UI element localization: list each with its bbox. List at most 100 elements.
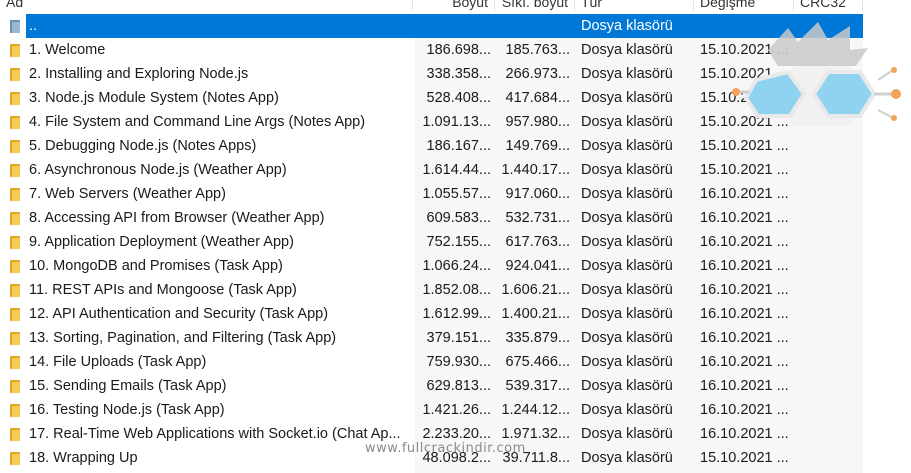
row-name: 3. Node.js Module System (Notes App) (29, 90, 279, 106)
row-modified: 16.10.2021 ... (700, 258, 789, 274)
row-modified: 15.10.2021 ... (700, 138, 789, 154)
row-size: 1.055.57... (422, 186, 491, 202)
folder-icon (10, 259, 20, 273)
file-list: Ad Boyut Sıkı. boyut Tür Değişme CRC32 .… (0, 0, 911, 473)
row-name: 9. Application Deployment (Weather App) (29, 234, 294, 250)
row-size: 1.612.99... (422, 306, 491, 322)
row-type: Dosya klasörü (581, 426, 673, 442)
row-name: 8. Accessing API from Browser (Weather A… (29, 210, 325, 226)
row-type: Dosya klasörü (581, 354, 673, 370)
folder-icon (10, 139, 20, 153)
folder-row[interactable]: 10. MongoDB and Promises (Task App) 1.066… (0, 254, 911, 278)
row-type: Dosya klasörü (581, 18, 673, 34)
row-type: Dosya klasörü (581, 330, 673, 346)
folder-row[interactable]: 6. Asynchronous Node.js (Weather App) 1.6… (0, 158, 911, 182)
row-modified: 16.10.2021 ... (700, 354, 789, 370)
folder-icon (10, 211, 20, 225)
row-size: 379.151... (426, 330, 492, 346)
row-name: 14. File Uploads (Task App) (29, 354, 207, 370)
row-size: 1.421.26... (422, 402, 491, 418)
row-packed-size: 1.400.21... (501, 306, 570, 322)
row-modified: 15.10.2021 ... (700, 450, 789, 466)
folder-icon (10, 91, 20, 105)
row-type: Dosya klasörü (581, 450, 673, 466)
folder-row[interactable]: 12. API Authentication and Security (Tas… (0, 302, 911, 326)
column-header-crc[interactable]: CRC32 (794, 0, 863, 11)
row-modified: 16.10.2021 ... (700, 186, 789, 202)
column-header-size[interactable]: Boyut (413, 0, 495, 11)
folder-icon (10, 355, 20, 369)
row-type: Dosya klasörü (581, 258, 673, 274)
row-name: 6. Asynchronous Node.js (Weather App) (29, 162, 287, 178)
folder-row[interactable]: 11. REST APIs and Mongoose (Task App) 1.8… (0, 278, 911, 302)
row-name: 1. Welcome (29, 42, 106, 58)
row-name: 7. Web Servers (Weather App) (29, 186, 226, 202)
row-modified: 16.10.2021 ... (700, 330, 789, 346)
row-size: 752.155... (426, 234, 492, 250)
row-size: 1.614.44... (422, 162, 491, 178)
folder-icon (10, 115, 20, 129)
folder-row[interactable]: 13. Sorting, Pagination, and Filtering (… (0, 326, 911, 350)
row-packed-size: 957.980... (505, 114, 571, 130)
row-type: Dosya klasörü (581, 378, 673, 394)
row-packed-size: 1.244.12... (501, 402, 570, 418)
row-name: .. (29, 18, 38, 34)
folder-row[interactable]: 5. Debugging Node.js (Notes Apps) 186.167… (0, 134, 911, 158)
folder-row[interactable]: 9. Application Deployment (Weather App) 7… (0, 230, 911, 254)
row-size: 528.408... (426, 90, 492, 106)
row-name: 5. Debugging Node.js (Notes Apps) (29, 138, 257, 154)
row-name: 11. REST APIs and Mongoose (Task App) (29, 282, 297, 298)
row-size: 1.852.08... (422, 282, 491, 298)
row-type: Dosya klasörü (581, 138, 673, 154)
row-modified: 15.10.2021 ... (700, 162, 789, 178)
row-packed-size: 1.440.17... (501, 162, 570, 178)
row-packed-size: 1.606.21... (501, 282, 570, 298)
column-header-bar: Ad Boyut Sıkı. boyut Tür Değişme CRC32 (0, 0, 911, 11)
row-packed-size: 924.041... (505, 258, 571, 274)
folder-icon (10, 43, 20, 57)
row-packed-size: 266.973... (505, 66, 571, 82)
folder-row[interactable]: 8. Accessing API from Browser (Weather A… (0, 206, 911, 230)
row-size: 629.813... (426, 378, 492, 394)
folder-icon (10, 307, 20, 321)
row-type: Dosya klasörü (581, 162, 673, 178)
folder-icon (10, 163, 20, 177)
row-name: 15. Sending Emails (Task App) (29, 378, 227, 394)
row-packed-size: 532.731... (505, 210, 571, 226)
row-modified: 16.10.2021 ... (700, 210, 789, 226)
folder-icon (10, 187, 20, 201)
row-modified: 16.10.2021 ... (700, 378, 789, 394)
folder-row[interactable]: 16. Testing Node.js (Task App) 1.421.26..… (0, 398, 911, 422)
folder-icon (10, 379, 20, 393)
folder-icon (10, 67, 20, 81)
row-packed-size: 675.466... (505, 354, 571, 370)
row-packed-size: 185.763... (505, 42, 571, 58)
row-type: Dosya klasörü (581, 282, 673, 298)
row-size: 1.091.13... (422, 114, 491, 130)
row-name: 4. File System and Command Line Args (No… (29, 114, 366, 130)
row-packed-size: 917.060... (505, 186, 571, 202)
row-modified: 16.10.2021 ... (700, 402, 789, 418)
row-size: 186.698... (426, 42, 492, 58)
folder-row[interactable]: 15. Sending Emails (Task App) 629.813... 5… (0, 374, 911, 398)
row-size: 1.066.24... (422, 258, 491, 274)
mascot-logo (732, 22, 901, 126)
column-header-packed-size[interactable]: Sıkı. boyut (495, 0, 575, 11)
row-modified: 16.10.2021 ... (700, 282, 789, 298)
row-type: Dosya klasörü (581, 66, 673, 82)
row-type: Dosya klasörü (581, 42, 673, 58)
row-type: Dosya klasörü (581, 90, 673, 106)
folder-row[interactable]: 14. File Uploads (Task App) 759.930... 675… (0, 350, 911, 374)
folder-icon (10, 427, 20, 441)
row-packed-size: 539.317... (505, 378, 571, 394)
row-size: 609.583... (426, 210, 492, 226)
column-header-name[interactable]: Ad (0, 0, 413, 11)
column-header-modified[interactable]: Değişme (694, 0, 794, 11)
folder-icon (10, 451, 20, 465)
row-type: Dosya klasörü (581, 186, 673, 202)
row-size: 186.167... (426, 138, 492, 154)
folder-icon (10, 283, 20, 297)
column-header-type[interactable]: Tür (575, 0, 694, 11)
folder-row[interactable]: 7. Web Servers (Weather App) 1.055.57... 9… (0, 182, 911, 206)
folder-icon (10, 331, 20, 345)
